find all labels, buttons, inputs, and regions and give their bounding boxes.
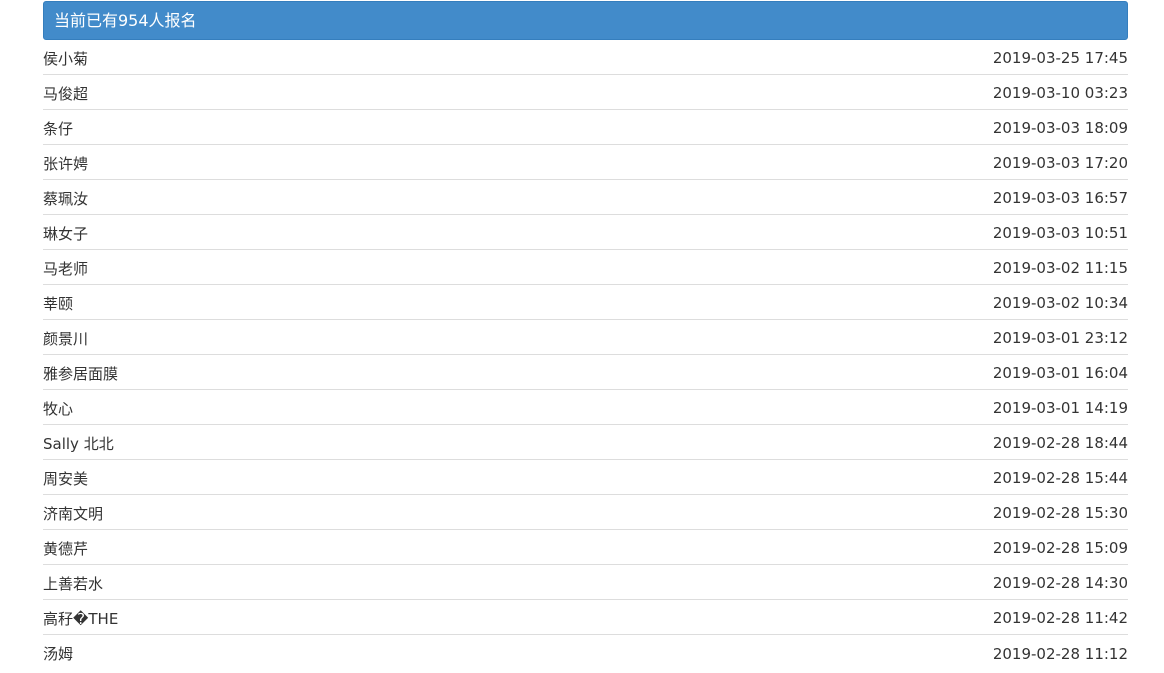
- signup-row: Sally 北北 2019-02-28 18:44: [43, 425, 1128, 460]
- signup-row: 颜景川 2019-03-01 23:12: [43, 320, 1128, 355]
- signup-panel: 当前已有954人报名 侯小菊 2019-03-25 17:45 马俊超 2019…: [43, 1, 1128, 670]
- signup-name: 周安美: [43, 469, 89, 488]
- signup-row: 汤姆 2019-02-28 11:12: [43, 635, 1128, 670]
- signup-name: 琳女子: [43, 224, 89, 243]
- signup-name: Sally 北北: [43, 434, 114, 453]
- signup-name: 侯小菊: [43, 49, 89, 68]
- signup-time: 2019-03-02 10:34: [992, 294, 1128, 312]
- signup-time: 2019-03-03 10:51: [992, 224, 1128, 242]
- signup-row: 高秄�THE 2019-02-28 11:42: [43, 600, 1128, 635]
- signup-list: 侯小菊 2019-03-25 17:45 马俊超 2019-03-10 03:2…: [43, 40, 1128, 670]
- signup-time: 2019-02-28 15:30: [992, 504, 1128, 522]
- signup-name: 高秄�THE: [43, 609, 119, 628]
- signup-time: 2019-03-02 11:15: [992, 259, 1128, 277]
- signup-row: 琳女子 2019-03-03 10:51: [43, 215, 1128, 250]
- signup-name: 济南文明: [43, 504, 104, 523]
- signup-row: 莘颐 2019-03-02 10:34: [43, 285, 1128, 320]
- signup-name: 马老师: [43, 259, 89, 278]
- signup-name: 马俊超: [43, 84, 89, 103]
- signup-count-header: 当前已有954人报名: [43, 1, 1128, 40]
- signup-time: 2019-03-01 23:12: [992, 329, 1128, 347]
- signup-row: 雅参居面膜 2019-03-01 16:04: [43, 355, 1128, 390]
- signup-name: 上善若水: [43, 574, 104, 593]
- signup-row: 蔡珮汝 2019-03-03 16:57: [43, 180, 1128, 215]
- signup-row: 张许娉 2019-03-03 17:20: [43, 145, 1128, 180]
- signup-time: 2019-02-28 11:42: [992, 609, 1128, 627]
- signup-row: 济南文明 2019-02-28 15:30: [43, 495, 1128, 530]
- signup-time: 2019-03-01 16:04: [992, 364, 1128, 382]
- signup-time: 2019-03-25 17:45: [992, 49, 1128, 67]
- signup-name: 黄德芹: [43, 539, 89, 558]
- signup-time: 2019-02-28 15:44: [992, 469, 1128, 487]
- signup-time: 2019-03-03 18:09: [992, 119, 1128, 137]
- signup-time: 2019-02-28 14:30: [992, 574, 1128, 592]
- signup-time: 2019-02-28 15:09: [992, 539, 1128, 557]
- signup-row: 侯小菊 2019-03-25 17:45: [43, 40, 1128, 75]
- signup-name: 牧心: [43, 399, 74, 418]
- signup-name: 雅参居面膜: [43, 364, 119, 383]
- signup-time: 2019-03-03 17:20: [992, 154, 1128, 172]
- signup-time: 2019-03-03 16:57: [992, 189, 1128, 207]
- signup-time: 2019-03-01 14:19: [992, 399, 1128, 417]
- signup-time: 2019-02-28 11:12: [992, 644, 1128, 663]
- signup-row: 周安美 2019-02-28 15:44: [43, 460, 1128, 495]
- signup-time: 2019-03-10 03:23: [992, 84, 1128, 102]
- signup-row: 牧心 2019-03-01 14:19: [43, 390, 1128, 425]
- signup-row: 上善若水 2019-02-28 14:30: [43, 565, 1128, 600]
- signup-row: 马俊超 2019-03-10 03:23: [43, 75, 1128, 110]
- signup-name: 蔡珮汝: [43, 189, 89, 208]
- signup-name: 莘颐: [43, 294, 74, 313]
- signup-name: 汤姆: [43, 645, 74, 663]
- signup-row: 条仔 2019-03-03 18:09: [43, 110, 1128, 145]
- signup-time: 2019-02-28 18:44: [992, 434, 1128, 452]
- signup-row: 马老师 2019-03-02 11:15: [43, 250, 1128, 285]
- signup-name: 颜景川: [43, 329, 89, 348]
- signup-row: 黄德芹 2019-02-28 15:09: [43, 530, 1128, 565]
- signup-name: 条仔: [43, 119, 74, 138]
- signup-name: 张许娉: [43, 154, 89, 173]
